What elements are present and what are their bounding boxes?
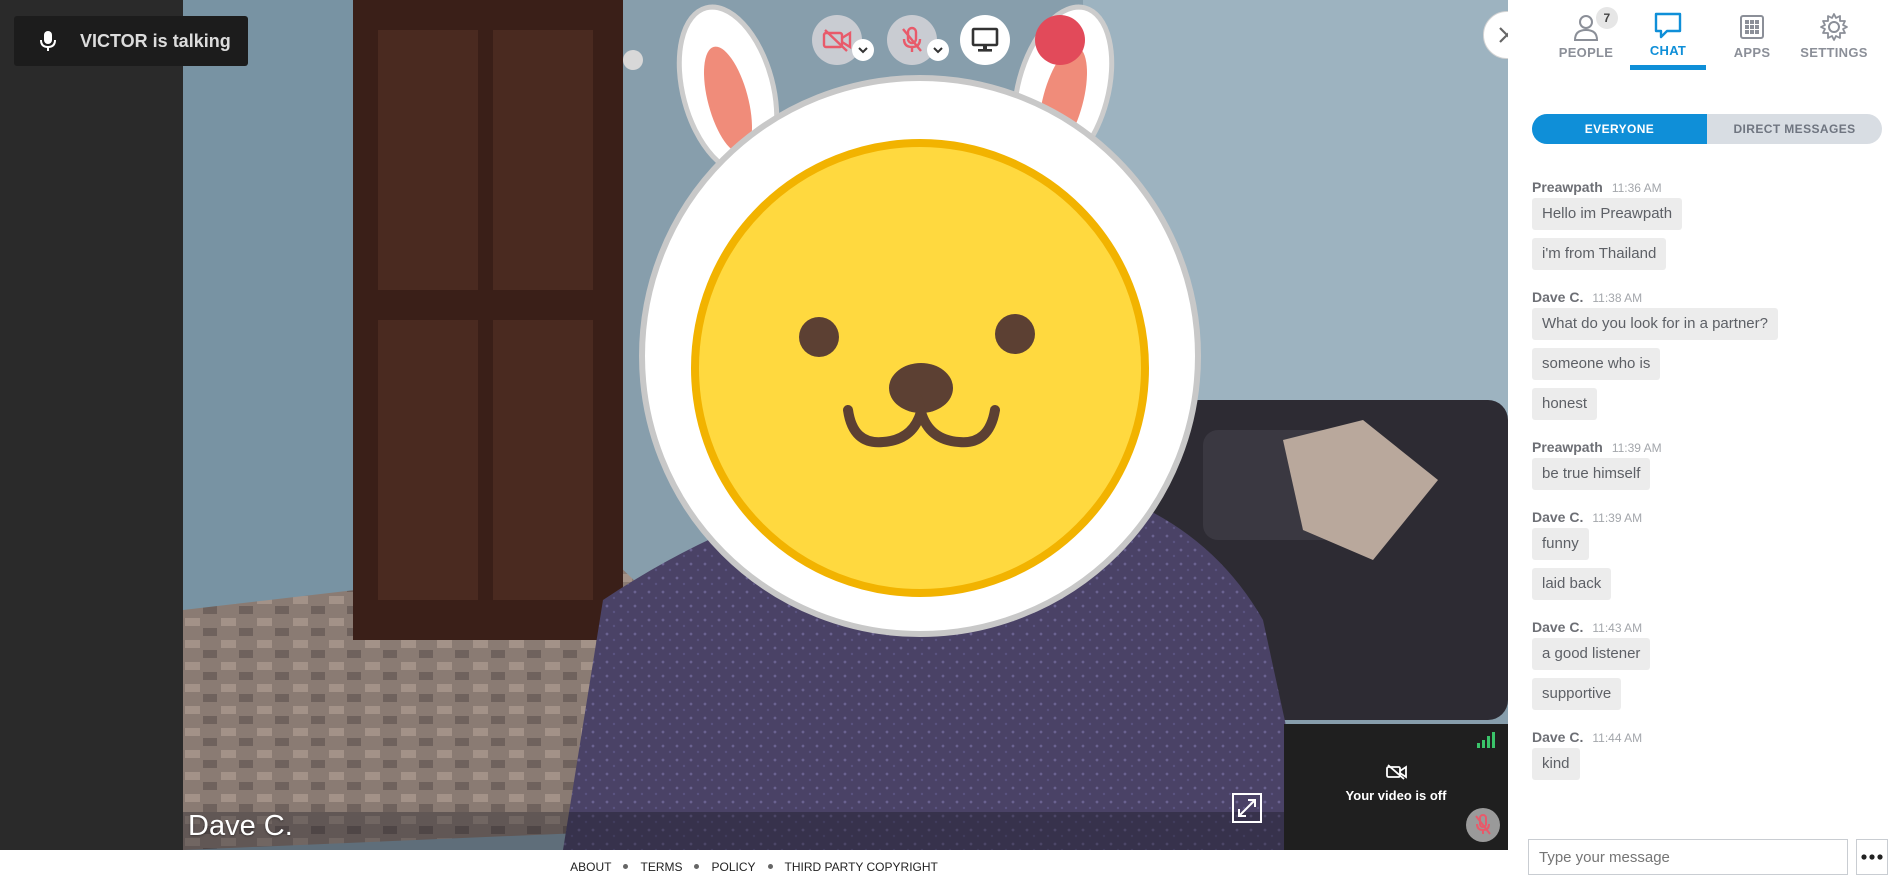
more-dots-icon	[1861, 854, 1883, 860]
message-bubble: What do you look for in a partner?	[1532, 308, 1778, 340]
expand-icon	[1238, 799, 1256, 817]
message-bubble: i'm from Thailand	[1532, 238, 1667, 270]
message-bubble: laid back	[1532, 568, 1612, 600]
chat-sidebar: PEOPLE 7 CHAT APPS SETTINGS EVERYONE DIR…	[1508, 0, 1900, 883]
more-options-button[interactable]	[1856, 839, 1888, 875]
camera-toggle-button[interactable]	[812, 15, 874, 65]
footer-link-about[interactable]: ABOUT	[558, 860, 623, 874]
message-composer	[1528, 839, 1888, 875]
chevron-down-icon	[933, 46, 943, 53]
video-off-icon	[1386, 764, 1407, 780]
message-group: Dave C. 11:39 AM funny laid back	[1532, 506, 1884, 608]
tab-settings-label: SETTINGS	[1800, 45, 1868, 60]
filter-everyone[interactable]: EVERYONE	[1532, 114, 1707, 144]
message-sender: Dave C.	[1532, 509, 1584, 525]
message-group: Preawpath 11:39 AM be true himself	[1532, 436, 1884, 498]
message-bubble: funny	[1532, 528, 1589, 560]
fullscreen-button[interactable]	[1232, 793, 1262, 823]
video-stage: VICTOR is talking Dave C. Your video is …	[0, 0, 1508, 850]
video-off-icon	[822, 29, 852, 52]
footer-link-policy[interactable]: POLICY	[699, 860, 767, 874]
chat-filter-toggle: EVERYONE DIRECT MESSAGES	[1532, 114, 1882, 144]
message-bubble: someone who is	[1532, 348, 1661, 380]
message-group: Dave C. 11:38 AM What do you look for in …	[1532, 286, 1884, 428]
close-icon	[1499, 27, 1508, 43]
message-time: 11:39 AM	[1611, 441, 1662, 455]
apps-grid-icon	[1740, 15, 1764, 39]
message-list: Preawpath 11:36 AM Hello im Preawpath i'm…	[1532, 176, 1884, 796]
participant-video	[183, 0, 1508, 850]
message-bubble: supportive	[1532, 678, 1622, 710]
chevron-down-icon	[858, 46, 868, 53]
tab-apps-label: APPS	[1733, 45, 1771, 60]
message-time: 11:39 AM	[1592, 511, 1643, 525]
message-bubble: a good listener	[1532, 638, 1651, 670]
message-group: Preawpath 11:36 AM Hello im Preawpath i'm…	[1532, 176, 1884, 278]
message-bubble: kind	[1532, 748, 1580, 780]
self-video-status: Your video is off	[1345, 788, 1447, 803]
message-group: Dave C. 11:43 AM a good listener supporti…	[1532, 616, 1884, 718]
tab-apps[interactable]: APPS	[1714, 0, 1790, 70]
message-bubble: be true himself	[1532, 458, 1651, 490]
message-input[interactable]	[1528, 839, 1848, 875]
chat-icon	[1654, 12, 1682, 39]
gear-icon	[1820, 13, 1848, 41]
filter-direct-messages[interactable]: DIRECT MESSAGES	[1707, 114, 1882, 144]
tab-people-label: PEOPLE	[1558, 45, 1614, 60]
tab-settings[interactable]: SETTINGS	[1796, 0, 1872, 70]
footer-link-terms[interactable]: TERMS	[628, 860, 694, 874]
signal-strength-icon	[1477, 732, 1495, 748]
tab-people[interactable]: PEOPLE 7	[1548, 0, 1624, 70]
message-sender: Dave C.	[1532, 289, 1584, 305]
microphone-options-dropdown[interactable]	[927, 39, 949, 61]
message-sender: Dave C.	[1532, 729, 1584, 745]
message-sender: Preawpath	[1532, 179, 1603, 195]
sidebar-tabs: PEOPLE 7 CHAT APPS SETTINGS	[1548, 0, 1900, 72]
active-speaker-label: VICTOR is talking	[80, 30, 231, 51]
message-bubble: honest	[1532, 388, 1598, 420]
leave-call-button[interactable]	[1035, 15, 1085, 65]
message-sender: Preawpath	[1532, 439, 1603, 455]
footer-links: ABOUT TERMS POLICY THIRD PARTY COPYRIGHT	[0, 850, 1508, 883]
footer-link-copyright[interactable]: THIRD PARTY COPYRIGHT	[773, 860, 950, 874]
microphone-toggle-button[interactable]	[887, 15, 949, 65]
self-view-tile: Your video is off	[1284, 724, 1508, 850]
message-time: 11:36 AM	[1611, 181, 1662, 195]
tab-chat[interactable]: CHAT	[1630, 0, 1706, 70]
tab-chat-label: CHAT	[1649, 43, 1687, 58]
message-time: 11:44 AM	[1592, 731, 1643, 745]
camera-options-dropdown[interactable]	[852, 39, 874, 61]
active-speaker-indicator: VICTOR is talking	[14, 16, 248, 66]
people-count-badge: 7	[1596, 7, 1618, 29]
video-scene	[183, 0, 1508, 850]
mic-off-icon	[902, 26, 922, 52]
message-bubble: Hello im Preawpath	[1532, 198, 1683, 230]
mic-off-icon	[1475, 814, 1491, 835]
message-time: 11:38 AM	[1592, 291, 1643, 305]
microphone-icon	[40, 31, 56, 51]
message-sender: Dave C.	[1532, 619, 1584, 635]
participant-name-label: Dave C.	[188, 810, 293, 842]
screen-share-button[interactable]	[960, 15, 1010, 65]
screen-share-icon	[971, 27, 999, 52]
self-mute-button[interactable]	[1466, 808, 1500, 842]
message-group: Dave C. 11:44 AM kind	[1532, 726, 1884, 788]
message-time: 11:43 AM	[1592, 621, 1643, 635]
